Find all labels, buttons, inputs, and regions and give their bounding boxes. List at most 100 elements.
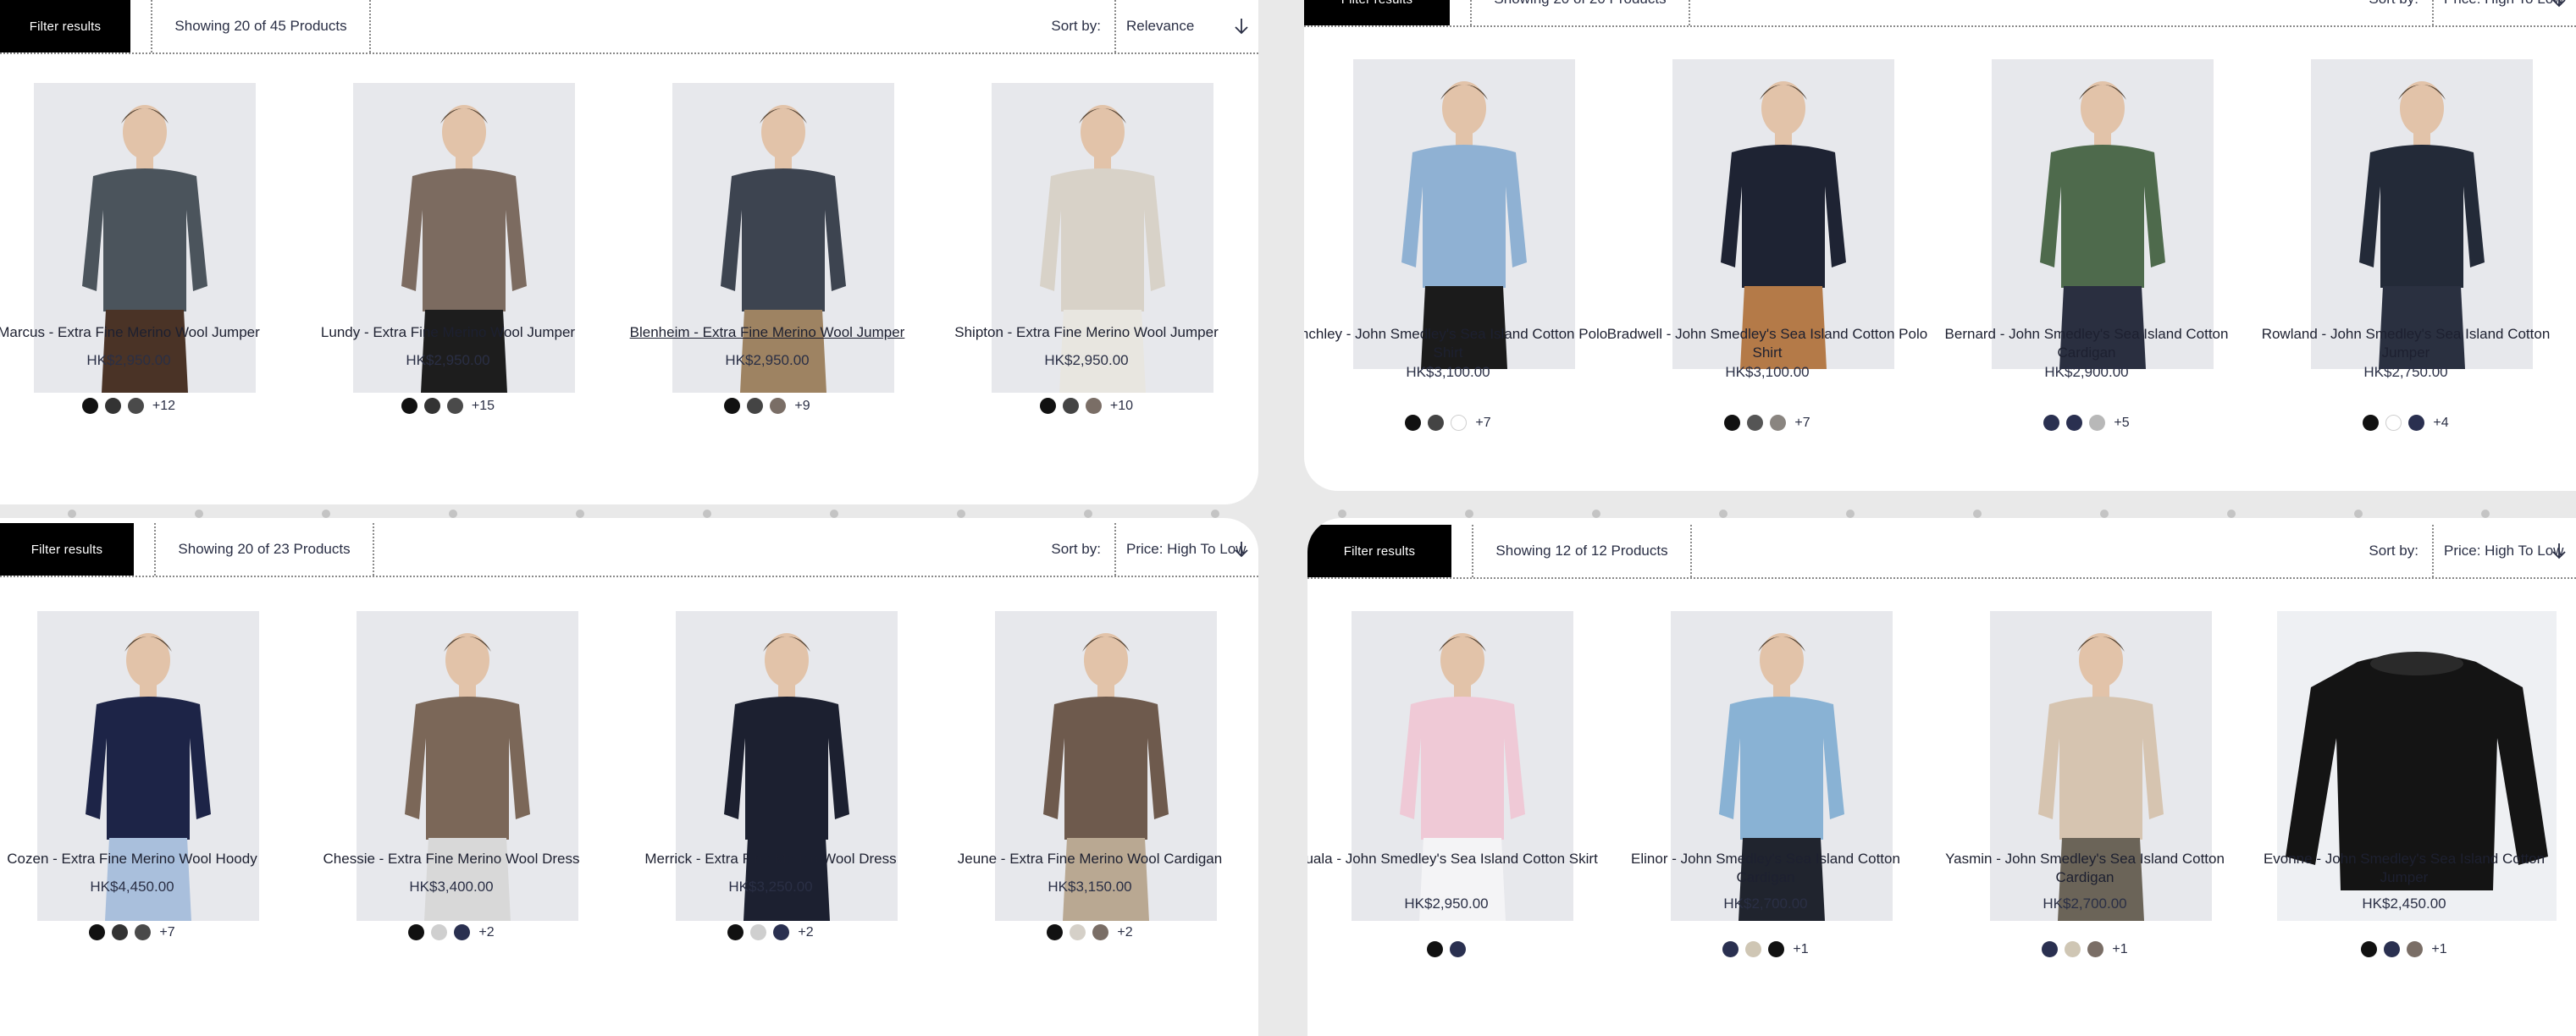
- product-image[interactable]: [1672, 59, 1894, 369]
- product-title[interactable]: Finchley - John Smedley's Sea Island Cot…: [1304, 325, 1609, 362]
- color-swatch[interactable]: [401, 398, 417, 414]
- pagination-dot[interactable]: [68, 510, 76, 518]
- color-swatch[interactable]: [104, 398, 121, 414]
- product-title[interactable]: Shipton - Extra Fine Merino Wool Jumper: [926, 323, 1247, 342]
- pagination-dot[interactable]: [322, 510, 330, 518]
- sort-select[interactable]: Price: High To Low: [2432, 525, 2576, 577]
- color-swatch[interactable]: [2361, 941, 2378, 957]
- color-swatch[interactable]: [2087, 941, 2104, 957]
- color-swatch[interactable]: [770, 398, 787, 414]
- product-card[interactable]: Shipton - Extra Fine Merino Wool Jumper H…: [954, 83, 1219, 504]
- product-card[interactable]: Finchley - John Smedley's Sea Island Cot…: [1304, 59, 1607, 491]
- pagination-dot[interactable]: [830, 510, 838, 518]
- color-swatch[interactable]: [2407, 941, 2424, 957]
- filter-results-button[interactable]: Filter results: [1304, 0, 1450, 25]
- color-swatch[interactable]: [112, 924, 129, 940]
- product-image[interactable]: [353, 83, 575, 393]
- product-title[interactable]: Marcus - Extra Fine Merino Wool Jumper: [0, 323, 290, 342]
- filter-results-button[interactable]: Filter results: [0, 523, 134, 576]
- pagination-dot[interactable]: [1592, 510, 1600, 518]
- product-title[interactable]: Elinor - John Smedley's Sea Island Cotto…: [1605, 850, 1926, 887]
- product-image[interactable]: [1992, 59, 2214, 369]
- color-swatch[interactable]: [1062, 398, 1079, 414]
- pagination-dot[interactable]: [1465, 510, 1473, 518]
- pagination-dot[interactable]: [2354, 510, 2363, 518]
- color-swatch[interactable]: [2066, 415, 2083, 431]
- product-card[interactable]: Yasmin - John Smedley's Sea Island Cotto…: [1945, 611, 2225, 1036]
- product-image[interactable]: [34, 83, 256, 393]
- pagination-dot[interactable]: [1084, 510, 1092, 518]
- color-swatch[interactable]: [454, 924, 471, 940]
- product-title[interactable]: Cozen - Extra Fine Merino Wool Hoody: [0, 850, 293, 868]
- product-title[interactable]: Lundy - Extra Fine Merino Wool Jumper: [287, 323, 609, 342]
- color-swatch[interactable]: [1085, 398, 1102, 414]
- pagination-dot[interactable]: [1973, 510, 1982, 518]
- color-swatch[interactable]: [1039, 398, 1056, 414]
- product-image[interactable]: [676, 611, 898, 921]
- sort-select[interactable]: Price: High To Low: [1114, 523, 1258, 576]
- color-swatch[interactable]: [423, 398, 440, 414]
- product-image[interactable]: [37, 611, 259, 921]
- product-title[interactable]: Bradwell - John Smedley's Sea Island Cot…: [1606, 325, 1928, 362]
- product-image[interactable]: [672, 83, 894, 393]
- product-card[interactable]: Marcus - Extra Fine Merino Wool Jumper HK…: [0, 83, 260, 504]
- color-swatch[interactable]: [1047, 924, 1064, 940]
- color-swatch[interactable]: [1428, 415, 1445, 431]
- product-image[interactable]: [1352, 611, 1573, 921]
- color-swatch[interactable]: [724, 398, 741, 414]
- color-swatch[interactable]: [135, 924, 152, 940]
- pagination-dot[interactable]: [449, 510, 457, 518]
- color-swatch[interactable]: [1722, 941, 1739, 957]
- pagination-dot[interactable]: [2100, 510, 2109, 518]
- product-image[interactable]: [995, 611, 1217, 921]
- product-card[interactable]: Blenheim - Extra Fine Merino Wool Jumper…: [630, 83, 904, 504]
- product-card[interactable]: Cozen - Extra Fine Merino Wool Hoody HK$4…: [5, 611, 259, 1036]
- filter-results-button[interactable]: Filter results: [1307, 525, 1451, 577]
- color-swatch[interactable]: [2042, 941, 2059, 957]
- pagination-dot[interactable]: [703, 510, 711, 518]
- sort-select[interactable]: Relevance: [1114, 0, 1258, 52]
- color-swatch[interactable]: [446, 398, 463, 414]
- color-swatch[interactable]: [2043, 415, 2060, 431]
- color-swatch[interactable]: [1070, 924, 1086, 940]
- color-swatch[interactable]: [1405, 415, 1422, 431]
- product-card[interactable]: Rowland - John Smedley's Sea Island Cott…: [2262, 59, 2550, 491]
- product-card[interactable]: Evonne - John Smedley's Sea Island Cotto…: [2264, 611, 2557, 1036]
- color-swatch[interactable]: [1745, 941, 1762, 957]
- pagination-dot[interactable]: [1338, 510, 1346, 518]
- color-swatch[interactable]: [750, 924, 767, 940]
- product-card[interactable]: Lundy - Extra Fine Merino Wool Jumper HK$…: [321, 83, 575, 504]
- product-title[interactable]: Merrick - Extra Fine Merino Wool Dress: [610, 850, 931, 868]
- color-swatch[interactable]: [2089, 415, 2106, 431]
- product-card[interactable]: Nuala - John Smedley's Sea Island Cotton…: [1307, 611, 1598, 1036]
- product-card[interactable]: Merrick - Extra Fine Merino Wool Dress HK…: [644, 611, 898, 1036]
- product-image[interactable]: [357, 611, 578, 921]
- color-swatch[interactable]: [773, 924, 790, 940]
- product-image[interactable]: [2311, 59, 2533, 369]
- sort-select[interactable]: Price: High To Low: [2432, 0, 2576, 25]
- filter-results-button[interactable]: Filter results: [0, 0, 130, 52]
- color-swatch[interactable]: [2408, 415, 2425, 431]
- color-swatch[interactable]: [1427, 941, 1443, 957]
- color-swatch[interactable]: [127, 398, 144, 414]
- color-swatch[interactable]: [1451, 415, 1468, 431]
- product-card[interactable]: Bradwell - John Smedley's Sea Island Cot…: [1607, 59, 1927, 491]
- color-swatch[interactable]: [1092, 924, 1109, 940]
- color-swatch[interactable]: [2065, 941, 2081, 957]
- color-swatch[interactable]: [2385, 415, 2402, 431]
- pagination-dot[interactable]: [2227, 510, 2236, 518]
- pagination-dot[interactable]: [1211, 510, 1219, 518]
- color-swatch[interactable]: [1747, 415, 1764, 431]
- color-swatch[interactable]: [89, 924, 106, 940]
- color-swatch[interactable]: [1450, 941, 1466, 957]
- product-title[interactable]: Rowland - John Smedley's Sea Island Cott…: [2245, 325, 2567, 362]
- color-swatch[interactable]: [727, 924, 744, 940]
- pagination-dot[interactable]: [2481, 510, 2490, 518]
- pagination-dot[interactable]: [1846, 510, 1855, 518]
- product-card[interactable]: Bernard - John Smedley's Sea Island Cott…: [1945, 59, 2228, 491]
- color-swatch[interactable]: [81, 398, 98, 414]
- product-card[interactable]: Jeune - Extra Fine Merino Wool Cardigan H…: [958, 611, 1222, 1036]
- product-image[interactable]: [992, 83, 1213, 393]
- color-swatch[interactable]: [2363, 415, 2380, 431]
- color-swatch[interactable]: [747, 398, 764, 414]
